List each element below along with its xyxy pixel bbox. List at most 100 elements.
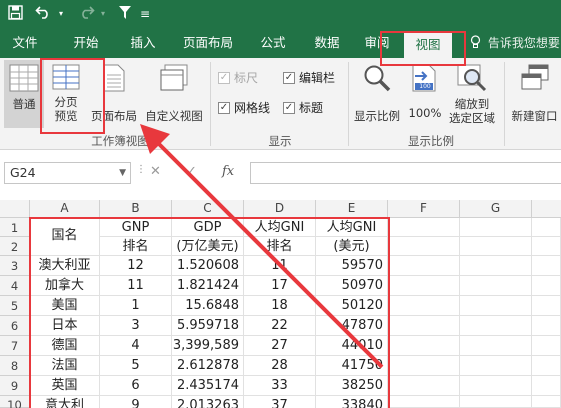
cell-a10[interactable]: 意大利 bbox=[30, 396, 100, 408]
row-header-1[interactable]: 1 bbox=[0, 218, 30, 237]
insert-function-button[interactable]: fx bbox=[222, 164, 234, 179]
column-header-e[interactable]: E bbox=[316, 200, 388, 218]
row-header-10[interactable]: 10 bbox=[0, 396, 30, 408]
cell-b3[interactable]: 12 bbox=[100, 256, 172, 276]
cell-e6[interactable]: 47870 bbox=[316, 316, 388, 336]
empty-cell[interactable] bbox=[532, 237, 561, 256]
empty-cell[interactable] bbox=[532, 356, 561, 376]
empty-cell[interactable] bbox=[388, 356, 460, 376]
touch-mode-icon[interactable] bbox=[114, 5, 136, 23]
cell-c3[interactable]: 1.520608 bbox=[172, 256, 244, 276]
cell-a4[interactable]: 加拿大 bbox=[30, 276, 100, 296]
empty-cell[interactable] bbox=[388, 396, 460, 408]
cell-e10[interactable]: 33840 bbox=[316, 396, 388, 408]
empty-cell[interactable] bbox=[460, 296, 532, 316]
cell-b5[interactable]: 1 bbox=[100, 296, 172, 316]
empty-cell[interactable] bbox=[460, 316, 532, 336]
column-header-f[interactable]: F bbox=[388, 200, 460, 218]
tab-page-layout[interactable]: 页面布局 bbox=[172, 28, 244, 58]
confirm-entry-button[interactable]: ✓ bbox=[186, 164, 197, 179]
row-header-7[interactable]: 7 bbox=[0, 336, 30, 356]
column-header-c[interactable]: C bbox=[172, 200, 244, 218]
cell-d9[interactable]: 33 bbox=[244, 376, 316, 396]
cell-c8[interactable]: 2.612878 bbox=[172, 356, 244, 376]
cell-b2[interactable]: 排名 bbox=[100, 237, 172, 256]
empty-cell[interactable] bbox=[460, 237, 532, 256]
tab-review[interactable]: 审阅 bbox=[357, 28, 397, 58]
tab-view[interactable]: 视图 bbox=[404, 32, 452, 58]
save-icon[interactable] bbox=[4, 5, 26, 23]
page-layout-view-button[interactable]: 页面布局 bbox=[88, 60, 140, 128]
empty-cell[interactable] bbox=[388, 336, 460, 356]
cell-d4[interactable]: 17 bbox=[244, 276, 316, 296]
empty-cell[interactable] bbox=[532, 376, 561, 396]
column-header-d[interactable]: D bbox=[244, 200, 316, 218]
cell-a5[interactable]: 美国 bbox=[30, 296, 100, 316]
row-header-5[interactable]: 5 bbox=[0, 296, 30, 316]
empty-cell[interactable] bbox=[460, 256, 532, 276]
row-header-6[interactable]: 6 bbox=[0, 316, 30, 336]
cell-a7[interactable]: 德国 bbox=[30, 336, 100, 356]
empty-cell[interactable] bbox=[460, 218, 532, 237]
empty-cell[interactable] bbox=[532, 336, 561, 356]
formula-bar-checkbox[interactable]: ✓ 编辑栏 bbox=[283, 70, 335, 88]
cell-b4[interactable]: 11 bbox=[100, 276, 172, 296]
row-header-3[interactable]: 3 bbox=[0, 256, 30, 276]
column-header-g[interactable]: G bbox=[460, 200, 532, 218]
cell-a3[interactable]: 澳大利亚 bbox=[30, 256, 100, 276]
cell-b9[interactable]: 6 bbox=[100, 376, 172, 396]
cell-c5[interactable]: 15.6848 bbox=[172, 296, 244, 316]
name-box[interactable]: G24 ▼ bbox=[4, 162, 131, 184]
empty-cell[interactable] bbox=[460, 396, 532, 408]
select-all-corner[interactable] bbox=[0, 200, 30, 218]
empty-cell[interactable] bbox=[532, 396, 561, 408]
cell-d7[interactable]: 27 bbox=[244, 336, 316, 356]
cell-e8[interactable]: 41750 bbox=[316, 356, 388, 376]
chevron-down-icon[interactable]: ▼ bbox=[119, 163, 126, 183]
worksheet-grid[interactable]: A B C D E F G 1 2 3 4 5 6 7 8 9 10 国名 GN… bbox=[0, 194, 561, 408]
cell-a9[interactable]: 英国 bbox=[30, 376, 100, 396]
empty-cell[interactable] bbox=[388, 256, 460, 276]
cell-e1[interactable]: 人均GNI bbox=[316, 218, 388, 237]
tab-data[interactable]: 数据 bbox=[304, 28, 350, 58]
headings-checkbox[interactable]: ✓ 标题 bbox=[283, 100, 323, 118]
formula-input[interactable] bbox=[250, 162, 561, 184]
cell-d6[interactable]: 22 bbox=[244, 316, 316, 336]
cell-c9[interactable]: 2.435174 bbox=[172, 376, 244, 396]
empty-cell[interactable] bbox=[532, 276, 561, 296]
cell-a6[interactable]: 日本 bbox=[30, 316, 100, 336]
row-header-8[interactable]: 8 bbox=[0, 356, 30, 376]
cell-c10[interactable]: 2.013263 bbox=[172, 396, 244, 408]
cancel-entry-button[interactable]: ✕ bbox=[150, 164, 161, 179]
column-header-b[interactable]: B bbox=[100, 200, 172, 218]
empty-cell[interactable] bbox=[460, 356, 532, 376]
zoom-button[interactable]: 显示比例 bbox=[351, 60, 403, 128]
gridlines-checkbox[interactable]: ✓ 网格线 bbox=[218, 100, 270, 118]
cell-c1[interactable]: GDP bbox=[172, 218, 244, 237]
tab-formulas[interactable]: 公式 bbox=[250, 28, 296, 58]
tab-insert[interactable]: 插入 bbox=[118, 28, 168, 58]
empty-cell[interactable] bbox=[532, 316, 561, 336]
empty-cell[interactable] bbox=[388, 276, 460, 296]
tab-file[interactable]: 文件 bbox=[0, 28, 50, 58]
cell-d5[interactable]: 18 bbox=[244, 296, 316, 316]
zoom-to-selection-button[interactable]: 缩放到 选定区域 bbox=[446, 60, 498, 128]
cell-e2[interactable]: (美元) bbox=[316, 237, 388, 256]
empty-cell[interactable] bbox=[388, 376, 460, 396]
row-header-4[interactable]: 4 bbox=[0, 276, 30, 296]
cell-d3[interactable]: 11 bbox=[244, 256, 316, 276]
cell-a8[interactable]: 法国 bbox=[30, 356, 100, 376]
zoom-100-button[interactable]: 100 100% bbox=[405, 60, 445, 128]
empty-cell[interactable] bbox=[388, 296, 460, 316]
row-header-9[interactable]: 9 bbox=[0, 376, 30, 396]
empty-cell[interactable] bbox=[460, 376, 532, 396]
cell-b6[interactable]: 3 bbox=[100, 316, 172, 336]
cell-e9[interactable]: 38250 bbox=[316, 376, 388, 396]
cell-b10[interactable]: 9 bbox=[100, 396, 172, 408]
empty-cell[interactable] bbox=[532, 218, 561, 237]
empty-cell[interactable] bbox=[388, 237, 460, 256]
empty-cell[interactable] bbox=[532, 256, 561, 276]
cell-b1[interactable]: GNP bbox=[100, 218, 172, 237]
row-header-2[interactable]: 2 bbox=[0, 237, 30, 256]
custom-views-button[interactable]: 自定义视图 bbox=[142, 60, 206, 128]
